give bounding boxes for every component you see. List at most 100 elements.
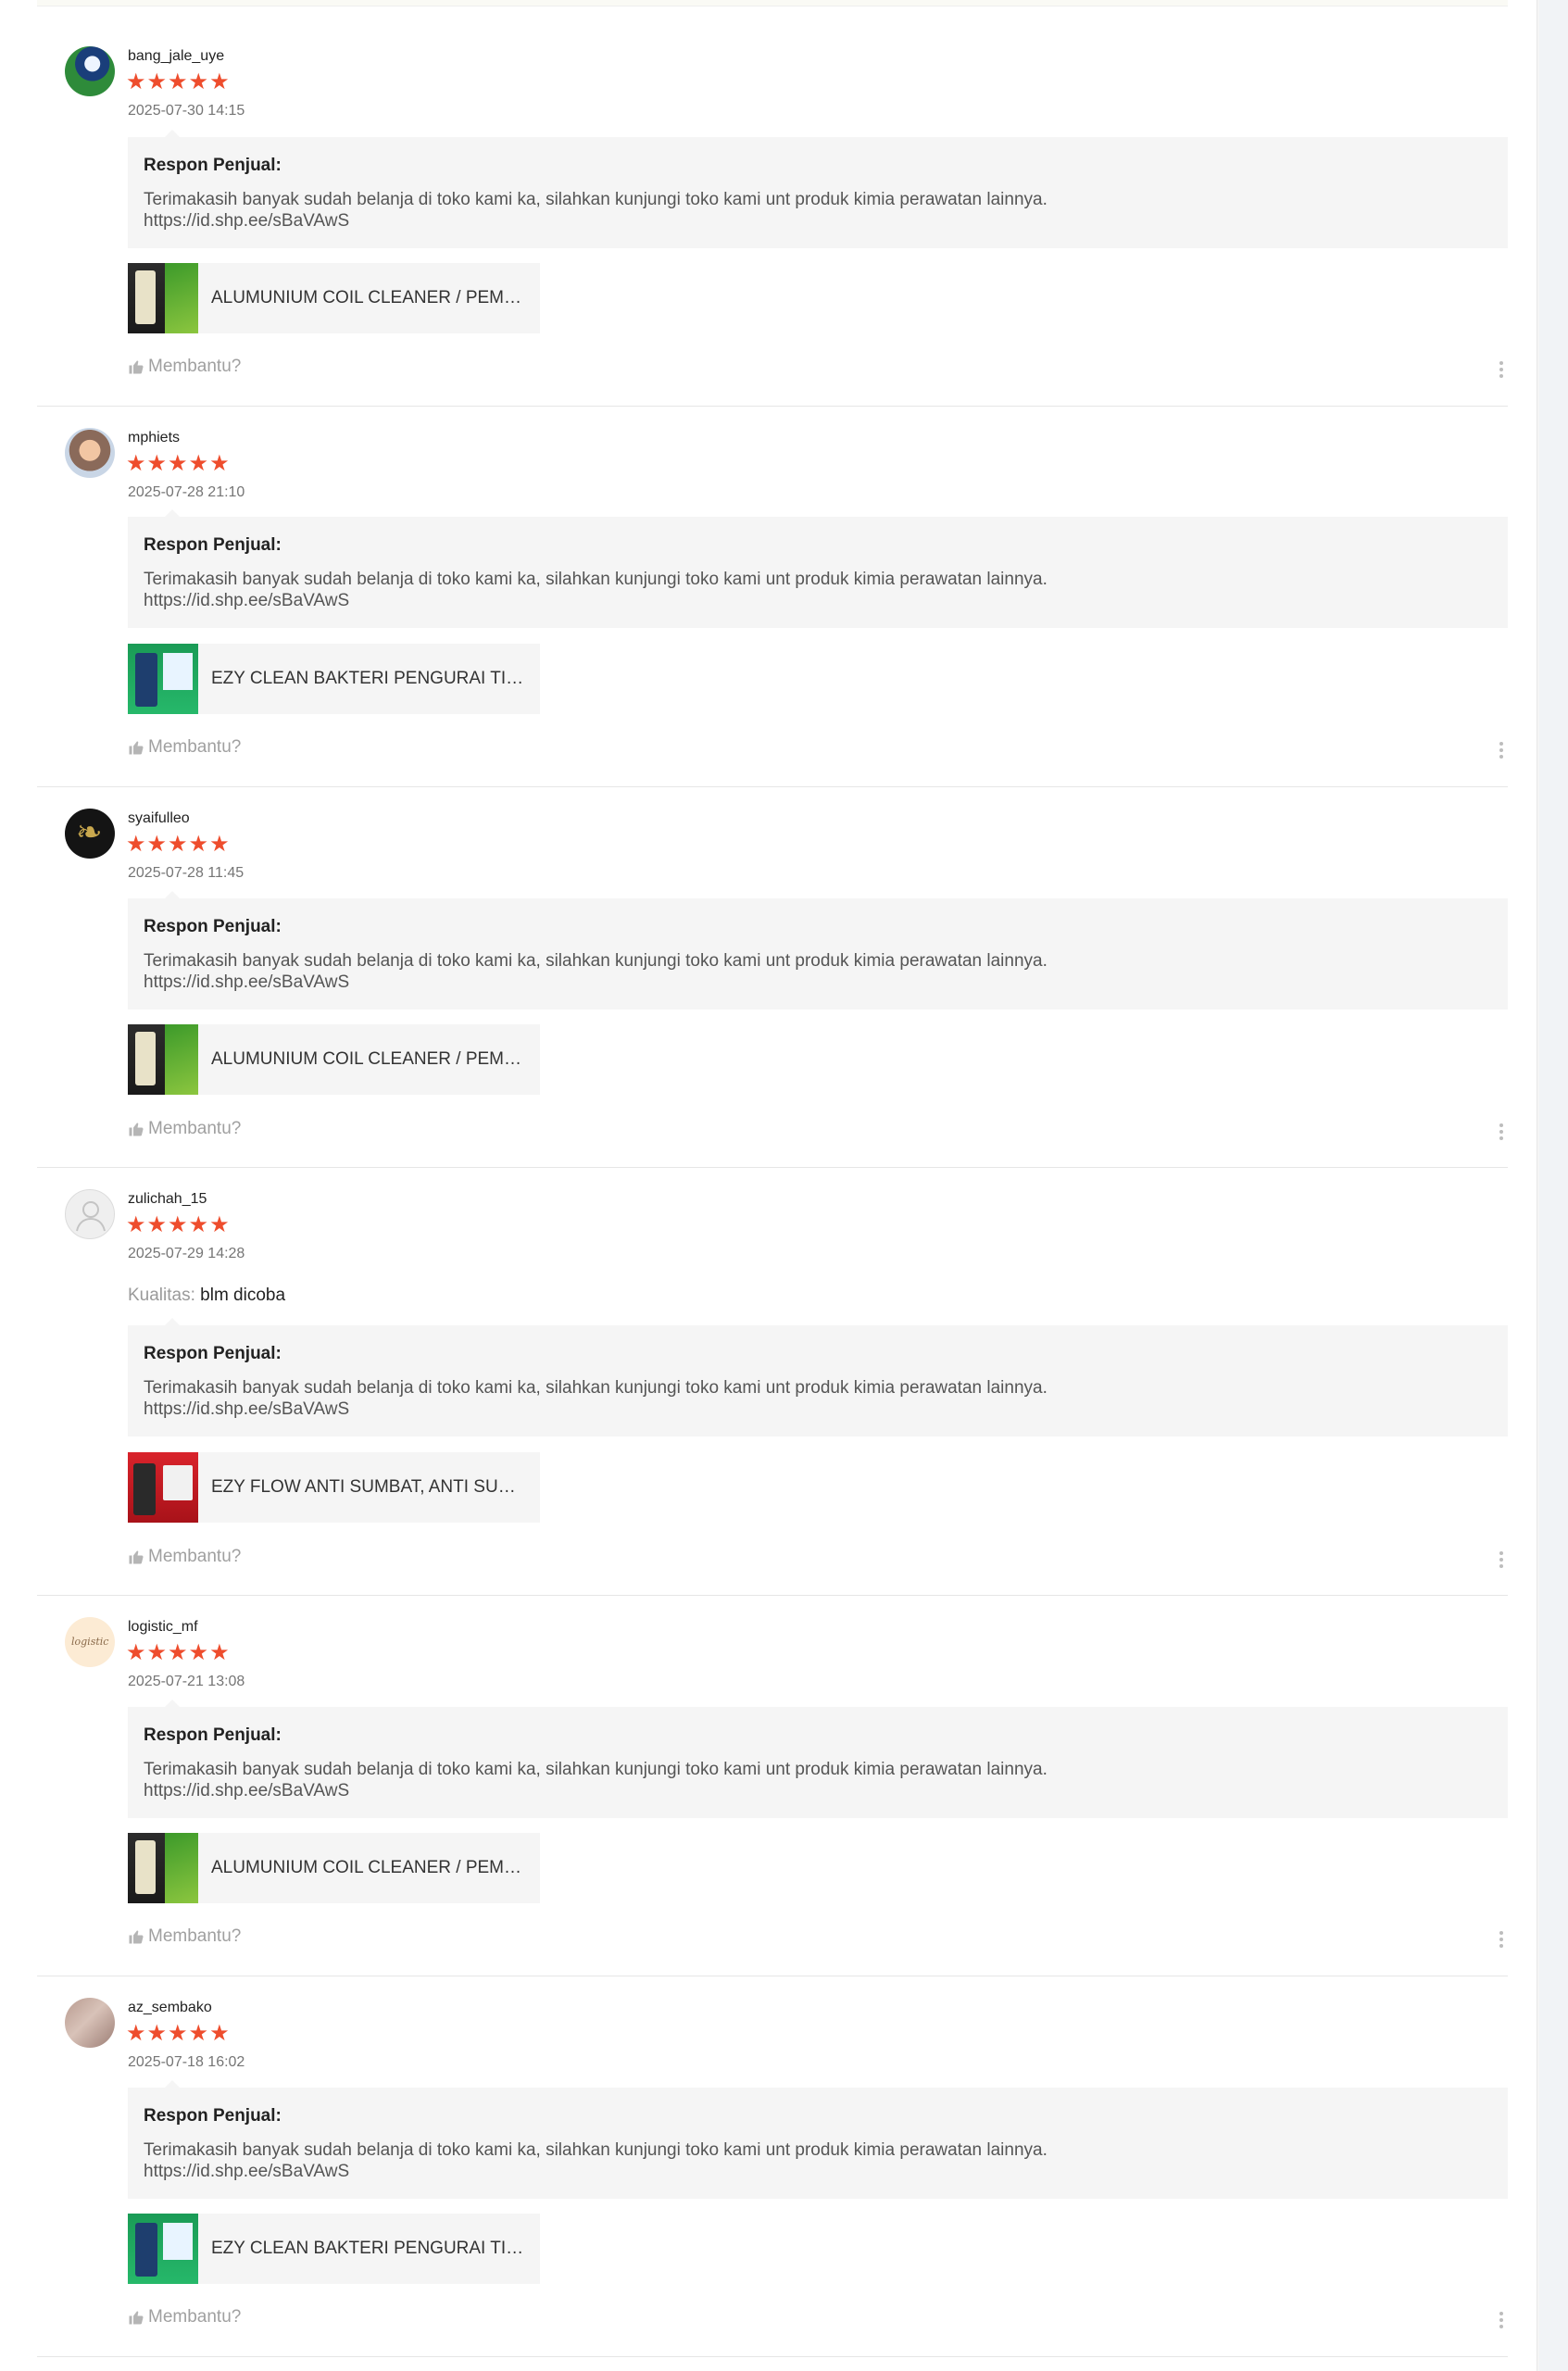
seller-response: Respon Penjual: Terimakasih banyak sudah… [128,130,1508,248]
seller-response-title: Respon Penjual: [144,535,282,555]
user-avatar[interactable] [65,428,115,478]
attribute-value: blm dicoba [200,1286,286,1305]
helpful-label: Membantu? [148,1926,242,1946]
helpful-button[interactable]: Membantu? [128,357,241,377]
callout-notch [165,2080,180,2088]
product-thumbnail [128,644,198,714]
purchased-product[interactable]: EZY FLOW ANTI SUMBAT, ANTI SUMBAT [128,1452,540,1523]
user-avatar[interactable] [65,46,115,96]
seller-response-text: Terimakasih banyak sudah belanja di toko… [144,2140,1047,2181]
thumbs-up-icon [129,1123,144,1136]
star-rating: ★★★★★ [126,69,231,94]
seller-response-text: Terimakasih banyak sudah belanja di toko… [144,570,1047,610]
product-name: ALUMUNIUM COIL CLEANER / PEMBERSIH [211,1858,526,1877]
review-username: syaifulleo [128,810,190,826]
product-thumbnail [128,1452,198,1523]
product-name: EZY FLOW ANTI SUMBAT, ANTI SUMBAT [211,1477,526,1497]
more-vertical-icon[interactable] [1497,2310,1506,2332]
seller-response: Respon Penjual: Terimakasih banyak sudah… [128,1700,1508,1818]
more-vertical-icon[interactable] [1497,1929,1506,1951]
seller-response-title: Respon Penjual: [144,1344,282,1363]
purchased-product[interactable]: EZY CLEAN BAKTERI PENGURAI TINJA [128,2214,540,2284]
purchased-product[interactable]: ALUMUNIUM COIL CLEANER / PEMBERSIH [128,263,540,333]
helpful-button[interactable]: Membantu? [128,1926,241,1947]
more-vertical-icon[interactable] [1497,1122,1506,1144]
user-avatar[interactable] [65,1998,115,2048]
review-attribute: Kualitas: blm dicoba [128,1286,285,1306]
seller-response-text: Terimakasih banyak sudah belanja di toko… [144,951,1047,992]
product-thumbnail [128,1833,198,1903]
review-date: 2025-07-30 14:15 [128,103,245,119]
default-user-icon[interactable] [65,1189,115,1239]
review-item: syaifulleo ★★★★★ 2025-07-28 11:45 Respon… [37,786,1508,1168]
helpful-label: Membantu? [148,357,242,376]
star-rating: ★★★★★ [126,2021,231,2046]
page-scrollbar[interactable] [1539,0,1568,2371]
seller-response: Respon Penjual: Terimakasih banyak sudah… [128,891,1508,1010]
helpful-label: Membantu? [148,1119,242,1138]
seller-response-text: Terimakasih banyak sudah belanja di toko… [144,190,1047,231]
review-item: zulichah_15 ★★★★★ 2025-07-29 14:28 Kuali… [37,1167,1508,1596]
callout-notch [165,130,180,137]
review-username: bang_jale_uye [128,48,225,64]
helpful-label: Membantu? [148,1547,242,1566]
user-avatar[interactable] [65,809,115,859]
purchased-product[interactable]: EZY CLEAN BAKTERI PENGURAI TINJA [128,644,540,714]
helpful-label: Membantu? [148,737,242,757]
helpful-button[interactable]: Membantu? [128,1119,241,1139]
helpful-label: Membantu? [148,2307,242,2327]
purchased-product[interactable]: ALUMUNIUM COIL CLEANER / PEMBERSIH [128,1024,540,1095]
reviews-panel: bang_jale_uye ★★★★★ 2025-07-30 14:15 Res… [0,0,1537,2371]
product-thumbnail [128,2214,198,2284]
product-thumbnail [128,1024,198,1095]
seller-response-title: Respon Penjual: [144,1725,282,1745]
review-date: 2025-07-29 14:28 [128,1246,245,1261]
seller-response-text: Terimakasih banyak sudah belanja di toko… [144,1378,1047,1419]
thumbs-up-icon [129,741,144,755]
product-name: EZY CLEAN BAKTERI PENGURAI TINJA [211,2239,526,2258]
star-rating: ★★★★★ [126,451,231,476]
review-date: 2025-07-18 16:02 [128,2054,245,2070]
seller-response-title: Respon Penjual: [144,2106,282,2126]
review-date: 2025-07-28 21:10 [128,484,245,500]
star-rating: ★★★★★ [126,1212,231,1237]
star-rating: ★★★★★ [126,1640,231,1665]
review-username: az_sembako [128,2000,212,2015]
star-rating: ★★★★★ [126,832,231,857]
thumbs-up-icon [129,2311,144,2325]
review-username: logistic_mf [128,1619,198,1635]
seller-response: Respon Penjual: Terimakasih banyak sudah… [128,2080,1508,2199]
thumbs-up-icon [129,1930,144,1944]
person-icon [76,1201,106,1232]
product-name: ALUMUNIUM COIL CLEANER / PEMBERSIH [211,1049,526,1069]
product-name: ALUMUNIUM COIL CLEANER / PEMBERSIH [211,288,526,307]
thumbs-up-icon [129,360,144,374]
review-item: bang_jale_uye ★★★★★ 2025-07-30 14:15 Res… [37,6,1508,407]
seller-response: Respon Penjual: Terimakasih banyak sudah… [128,1318,1508,1436]
review-date: 2025-07-28 11:45 [128,865,245,881]
seller-response-text: Terimakasih banyak sudah belanja di toko… [144,1760,1047,1800]
more-vertical-icon[interactable] [1497,1549,1506,1572]
callout-notch [165,509,180,517]
review-item: mphiets ★★★★★ 2025-07-28 21:10 Respon Pe… [37,406,1508,787]
product-thumbnail [128,263,198,333]
callout-notch [165,1318,180,1325]
seller-response: Respon Penjual: Terimakasih banyak sudah… [128,509,1508,628]
helpful-button[interactable]: Membantu? [128,737,241,758]
review-date: 2025-07-21 13:08 [128,1674,245,1689]
seller-response-title: Respon Penjual: [144,156,282,175]
purchased-product[interactable]: ALUMUNIUM COIL CLEANER / PEMBERSIH [128,1833,540,1903]
review-username: zulichah_15 [128,1191,207,1207]
user-avatar[interactable] [65,1617,115,1667]
callout-notch [165,1700,180,1707]
seller-response-title: Respon Penjual: [144,917,282,936]
callout-notch [165,891,180,898]
more-vertical-icon[interactable] [1497,359,1506,382]
product-name: EZY CLEAN BAKTERI PENGURAI TINJA [211,669,526,688]
helpful-button[interactable]: Membantu? [128,2307,241,2327]
review-username: mphiets [128,430,181,445]
review-item: logistic_mf ★★★★★ 2025-07-21 13:08 Respo… [37,1595,1508,1976]
thumbs-up-icon [129,1550,144,1564]
helpful-button[interactable]: Membantu? [128,1547,241,1567]
more-vertical-icon[interactable] [1497,740,1506,762]
